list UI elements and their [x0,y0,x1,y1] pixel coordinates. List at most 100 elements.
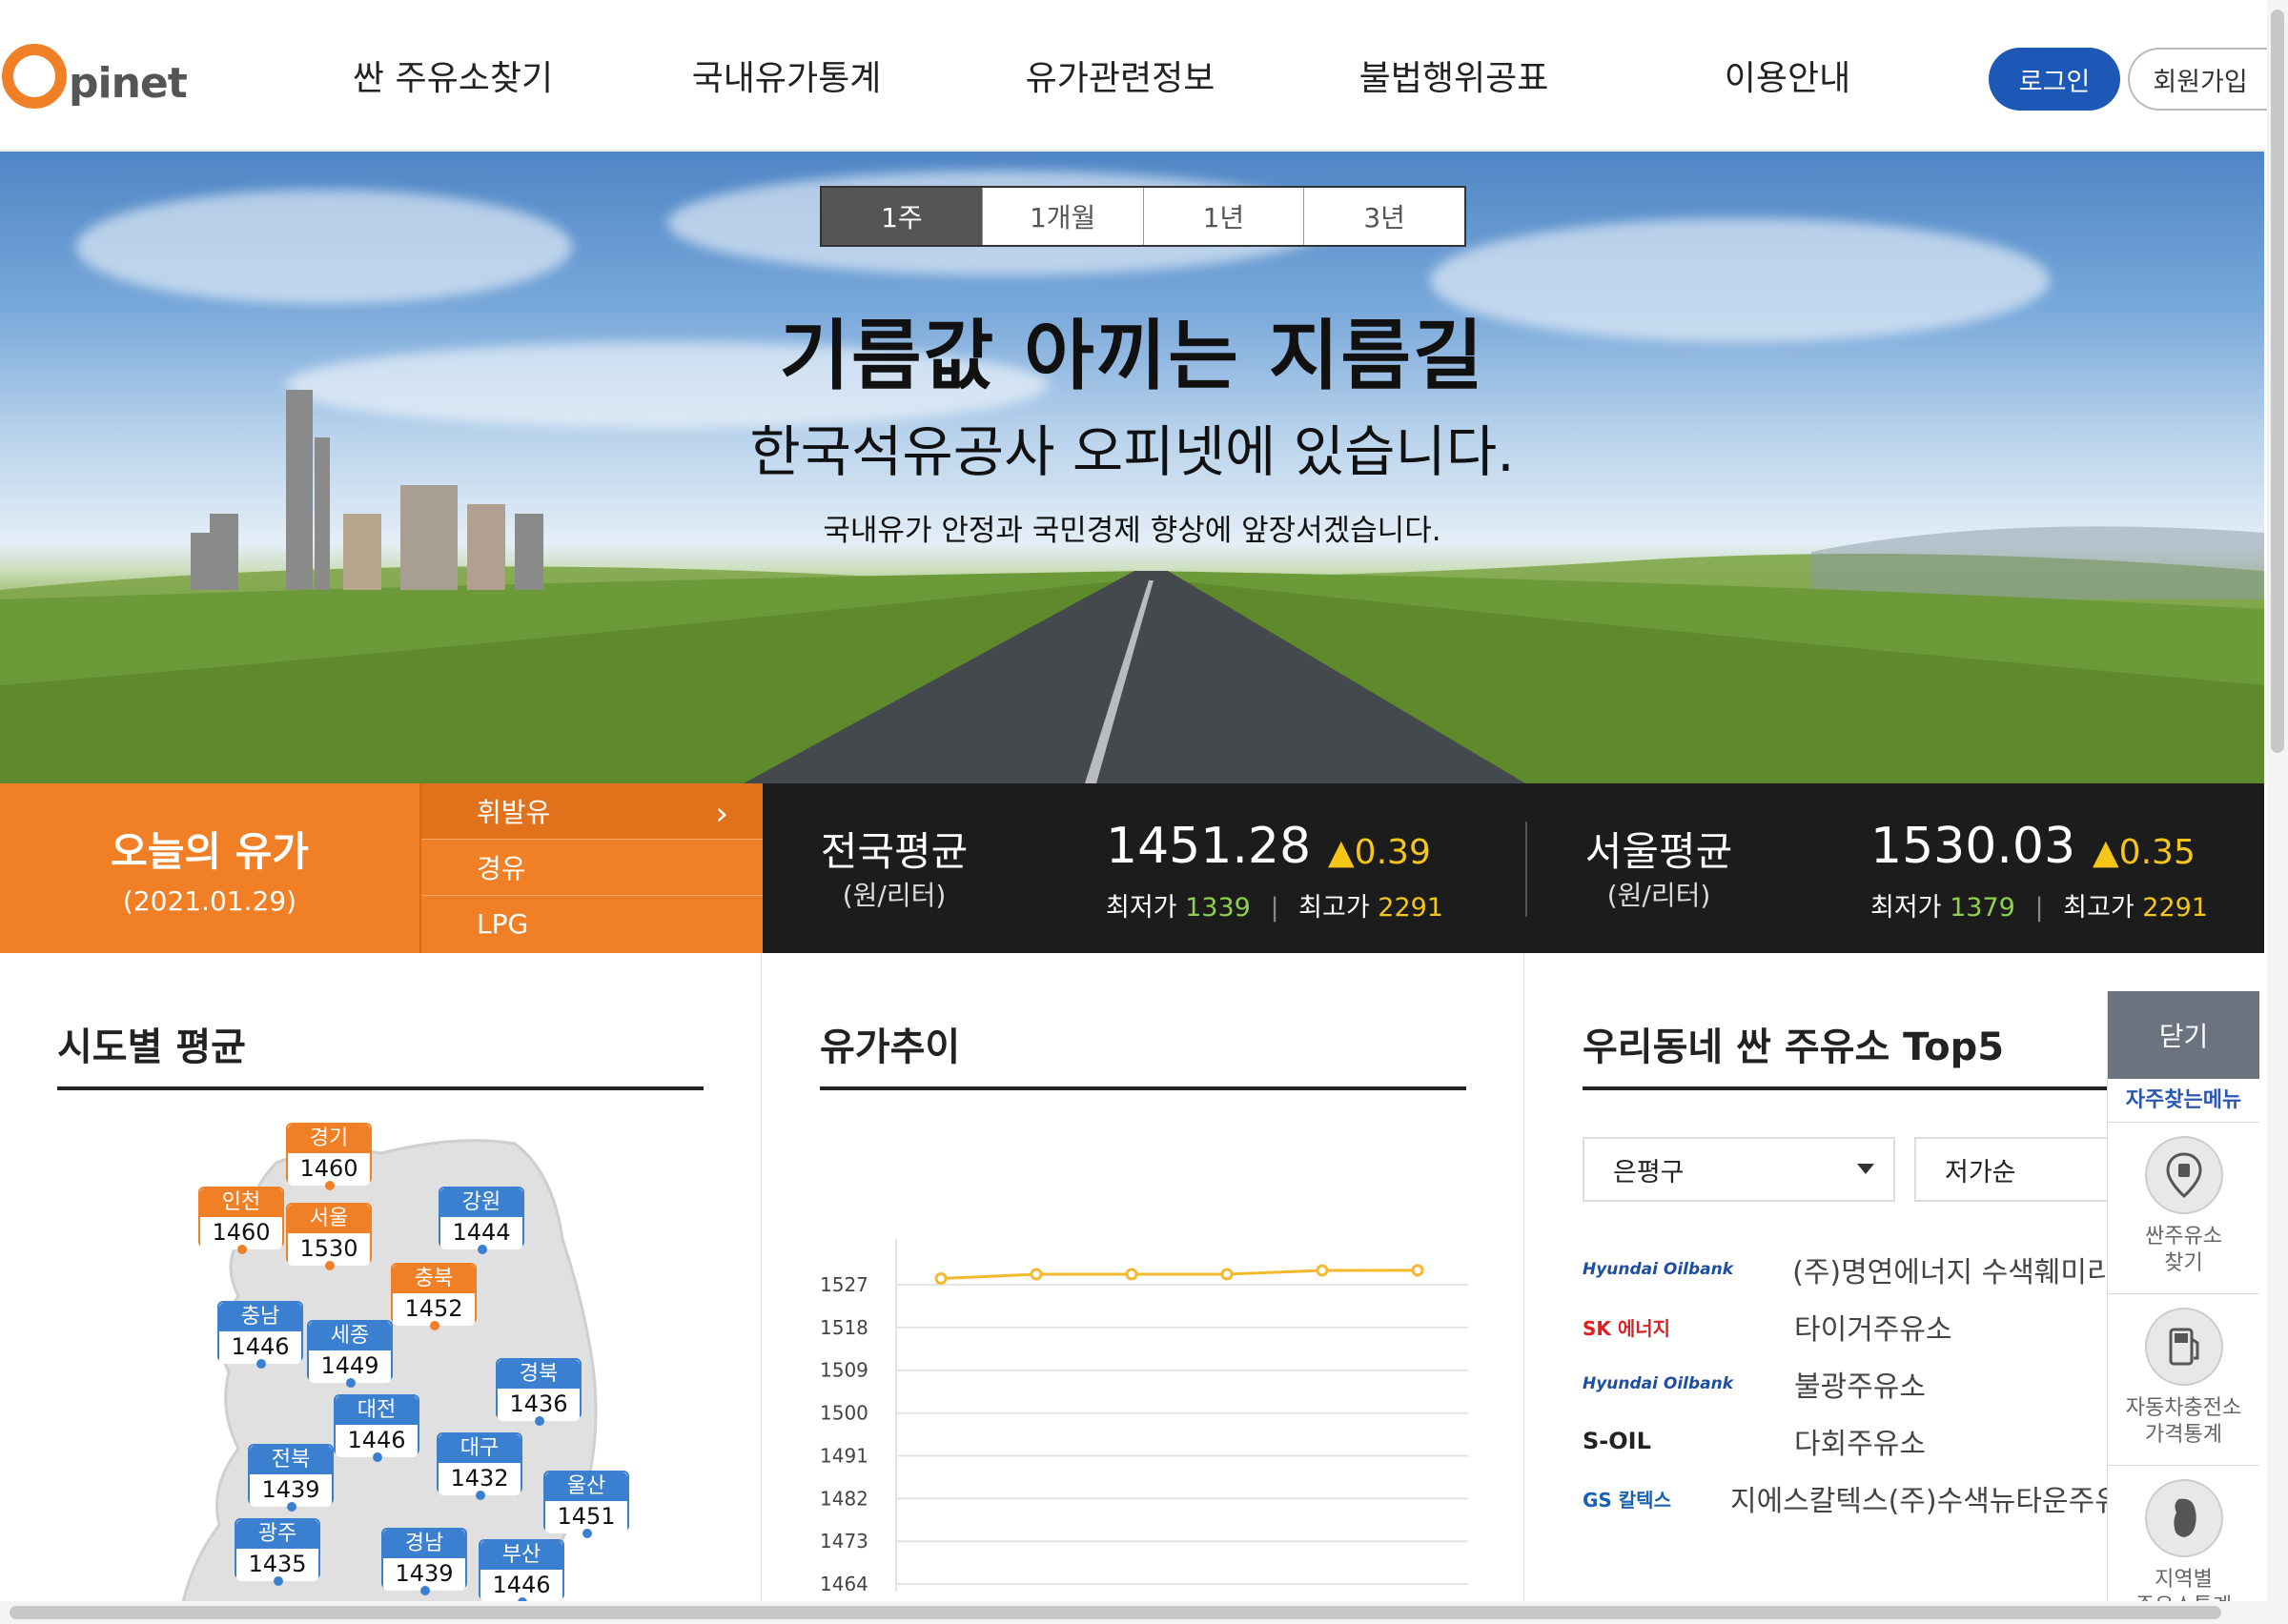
price-trend-chart: 1527 1518 1509 1500 1491 1482 1473 1464 [820,1239,1468,1595]
district-select[interactable]: 은평구 [1583,1137,1895,1202]
region-badge[interactable]: 강원 1444 [439,1187,524,1254]
region-marker-dot [346,1378,356,1388]
vertical-scroll-thumb[interactable] [2271,10,2284,753]
region-badge[interactable]: 충북 1452 [391,1263,477,1330]
period-tabs: 1주 1개월 1년 3년 [820,186,1466,247]
nav-cheap-station[interactable]: 싼 주유소찾기 [286,51,620,100]
join-button[interactable]: 회원가입 [2128,48,2271,111]
national-average: 전국평균 (원/리터) 1451.28 ▲0.39 최저가 1339 | 최고가… [799,783,1523,953]
region-name: 경남 [383,1530,465,1558]
regional-average-section: 시도별 평균 경기 1460 인천 1460 서울 1530 강원 1444 충북 1452 충남 1… [0,953,761,1611]
y-tick-label: 1527 [820,1273,868,1296]
data-point[interactable] [1220,1268,1234,1281]
min-value: 1339 [1185,893,1251,923]
today-price-date: (2021.01.29) [122,885,297,917]
chevron-right-icon: › [715,795,728,833]
region-name: 충남 [219,1303,301,1331]
data-point[interactable] [1316,1264,1329,1277]
region-marker-dot [430,1321,439,1330]
station-row[interactable]: SK 에너지 타이거주유소 [1583,1298,2107,1355]
region-badge[interactable]: 대구 1432 [437,1432,522,1500]
max-label: 최고가 [2063,893,2135,923]
seoul-average-label: 서울평균 [1584,828,1733,875]
region-name: 전북 [250,1446,332,1474]
min-label: 최저가 [1870,893,1942,923]
region-badge[interactable]: 경기 1460 [286,1123,372,1190]
data-point[interactable] [934,1272,948,1286]
region-marker-dot [237,1245,247,1254]
region-name: 세종 [309,1322,391,1350]
region-marker-dot [582,1529,592,1538]
sort-select[interactable]: 저가순 [1914,1137,2107,1202]
region-badge[interactable]: 서울 1530 [286,1203,372,1270]
station-row[interactable]: S-OIL 다회주유소 [1583,1412,2107,1470]
quick-item-label: 자동차충전소 가격통계 [2125,1396,2242,1447]
region-marker-dot [535,1416,544,1426]
data-point[interactable] [1125,1268,1138,1281]
data-point[interactable] [1411,1264,1424,1277]
tab-diesel[interactable]: 경유 [421,840,763,896]
region-badge[interactable]: 충남 1446 [217,1301,303,1369]
quick-item-charger-stats[interactable]: 자동차충전소 가격통계 [2108,1294,2259,1466]
region-badge[interactable]: 부산 1446 [479,1539,564,1607]
vertical-scrollbar[interactable] [2267,0,2288,1624]
station-name: 다회주유소 [1794,1428,1926,1461]
quick-menu: 닫기 자주찾는메뉴 싼주유소찾기 자동차충전소가격통계 지역별주유소통계 [2107,991,2259,1624]
nav-domestic-stats[interactable]: 국내유가통계 [620,51,953,100]
y-tick-label: 1464 [820,1573,868,1595]
region-marker-dot [325,1181,335,1190]
station-row[interactable]: Hyundai Oilbank (주)명연에너지 수색훼미리주유소 [1583,1241,2107,1298]
min-value: 1379 [1950,893,2015,923]
korea-map-icon [2144,1479,2223,1557]
quick-item-cheap-station[interactable]: 싼주유소 찾기 [2108,1123,2259,1294]
region-badge[interactable]: 광주 1435 [235,1518,320,1586]
region-name: 대구 [439,1434,521,1463]
quick-menu-close-button[interactable]: 닫기 [2108,991,2259,1079]
tab-lpg[interactable]: LPG [421,896,763,952]
region-badge[interactable]: 경남 1439 [381,1528,467,1595]
region-badge[interactable]: 울산 1451 [543,1471,629,1538]
quick-item-label: 싼주유소 찾기 [2145,1225,2222,1275]
region-badge[interactable]: 전북 1439 [248,1444,334,1512]
station-row[interactable]: GS 칼텍스 지에스칼텍스(주)수색뉴타운주유소 [1583,1470,2107,1527]
horizontal-scroll-thumb[interactable] [10,1606,2221,1619]
region-badge[interactable]: 대전 1446 [334,1394,419,1462]
tab-gasoline[interactable]: 휘발유 › [421,783,763,840]
y-tick-label: 1509 [820,1359,868,1382]
region-marker-dot [420,1586,430,1595]
period-1week[interactable]: 1주 [822,188,983,245]
region-marker-dot [274,1576,283,1586]
logo-o-mark [2,44,67,109]
station-row[interactable]: Hyundai Oilbank 불광주유소 [1583,1355,2107,1412]
national-average-range: 최저가 1339 | 최고가 2291 [1106,886,1443,924]
seoul-average-unit: (원/리터) [1606,880,1711,911]
seoul-average: 서울평균 (원/리터) 1530.03 ▲0.35 최저가 1379 | 최고가… [1563,783,2269,953]
period-1year[interactable]: 1년 [1143,188,1305,245]
nav-illegal-disclosure[interactable]: 불법행위공표 [1287,51,1621,100]
charger-icon [2144,1308,2223,1386]
tab-lpg-label: LPG [477,908,529,940]
region-marker-dot [478,1245,487,1254]
period-1month[interactable]: 1개월 [982,188,1144,245]
region-marker-dot [476,1491,485,1500]
period-3year[interactable]: 3년 [1304,188,1464,245]
region-badge[interactable]: 세종 1449 [307,1320,393,1388]
data-point[interactable] [1030,1268,1043,1281]
nav-price-info[interactable]: 유가관련정보 [953,51,1287,100]
station-name: 타이거주유소 [1794,1313,1952,1347]
login-button[interactable]: 로그인 [1989,48,2120,111]
station-name: 지에스칼텍스(주)수색뉴타운주유소 [1729,1485,2107,1518]
brand-logo: SK 에너지 [1583,1316,1671,1340]
opinet-logo[interactable]: pinet [2,32,188,109]
region-name: 대전 [336,1396,418,1425]
nav-guide[interactable]: 이용안내 [1621,51,1954,100]
horizontal-scrollbar[interactable] [0,1601,2267,1624]
quick-menu-title: 자주찾는메뉴 [2108,1079,2259,1123]
region-name: 울산 [545,1472,627,1501]
min-label: 최저가 [1106,893,1177,923]
national-average-change: ▲0.39 [1328,833,1431,872]
fuel-pin-icon [2144,1136,2223,1214]
region-name: 충북 [393,1265,475,1293]
region-badge[interactable]: 경북 1436 [496,1358,582,1426]
region-badge[interactable]: 인천 1460 [198,1187,284,1254]
